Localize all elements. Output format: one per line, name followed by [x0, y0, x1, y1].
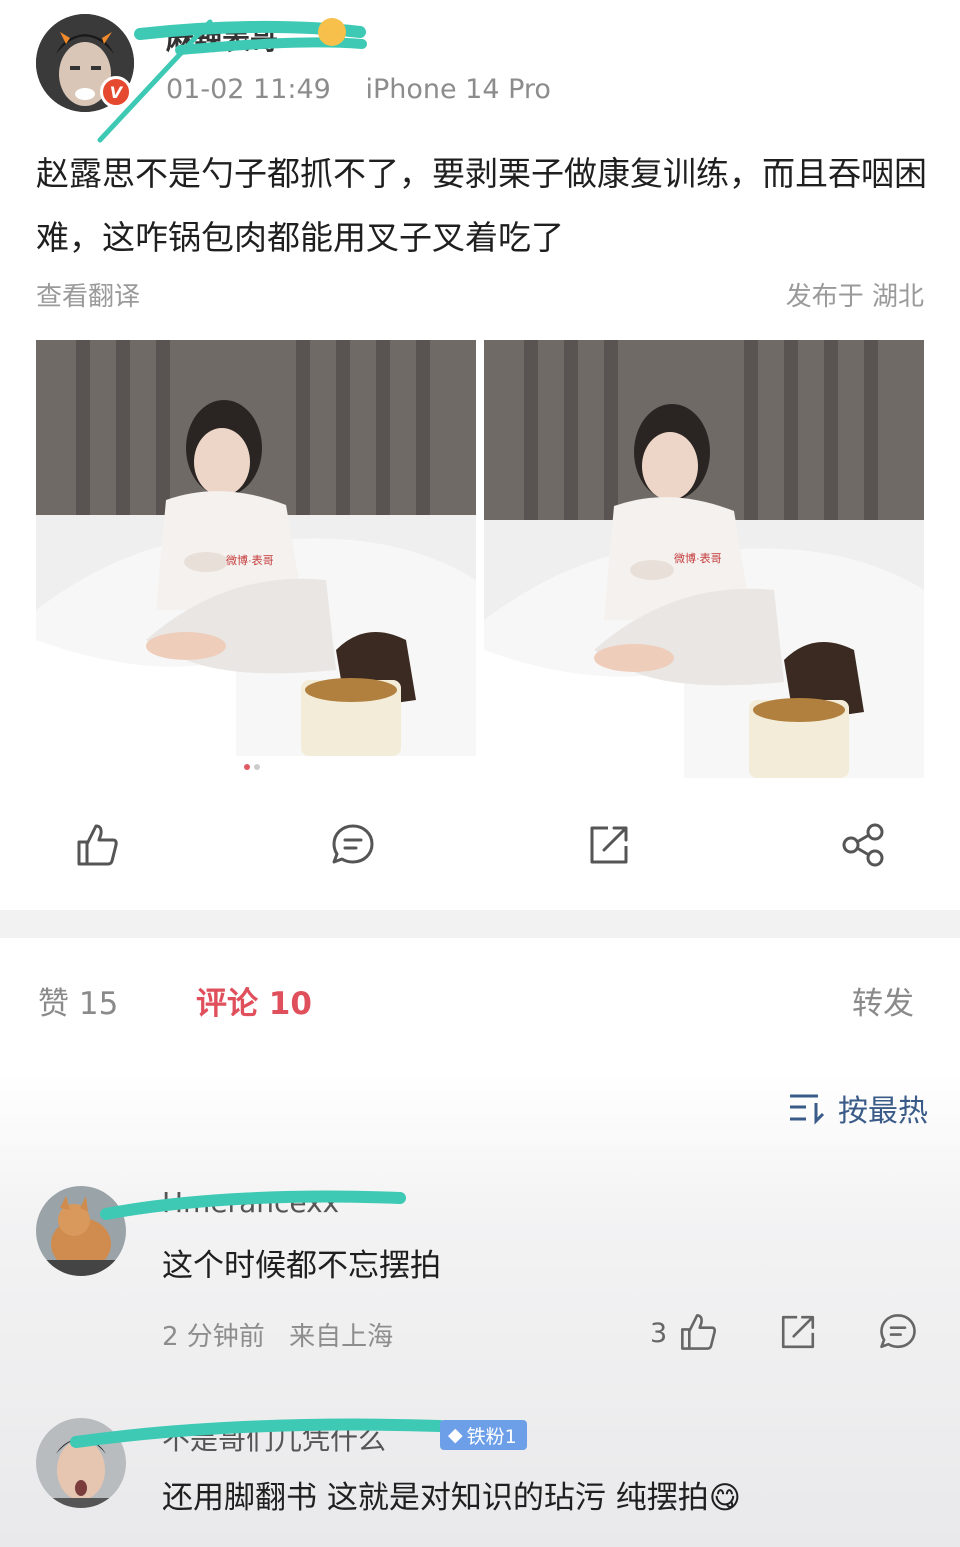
image-watermark: 微博·表哥: [226, 553, 274, 567]
image-watermark: 微博·表哥: [674, 551, 722, 565]
post-device: iPhone 14 Pro: [365, 74, 551, 105]
comment-from: 来自上海: [289, 1322, 394, 1352]
commenter-name[interactable]: 不是哥们儿凭什么: [162, 1418, 386, 1458]
carousel-dots: [244, 764, 260, 770]
fan-badge: ◆ 铁粉1: [440, 1420, 527, 1450]
post-meta: 01-02 11:49 iPhone 14 Pro: [166, 74, 551, 105]
comment-icon[interactable]: [330, 822, 376, 868]
commenter-avatar[interactable]: [36, 1186, 126, 1276]
sort-icon: [790, 1094, 825, 1125]
comment-icon[interactable]: [878, 1312, 918, 1352]
post-card: V 麻辣表哥 01-02 11:49 iPhone 14 Pro 赵露思不是勺子…: [0, 0, 960, 910]
diamond-icon: ◆: [448, 1424, 463, 1446]
comment-text: 这个时候都不忘摆拍: [162, 1248, 441, 1284]
post-location: 发布于 湖北: [785, 282, 924, 312]
comments-section: 赞 15 评论 10 转发 按最热 Hmerancexx 这个时候都不忘摆拍 2…: [0, 938, 960, 1547]
comment-time: 2 分钟前: [162, 1322, 265, 1352]
repost-icon[interactable]: [586, 822, 632, 868]
post-image[interactable]: 微博·表哥: [484, 340, 924, 778]
translate-link[interactable]: 查看翻译: [36, 276, 140, 313]
tab-likes[interactable]: 赞 15: [38, 978, 118, 1023]
comment-meta: 2 分钟前 来自上海: [162, 1316, 393, 1353]
post-image[interactable]: 微博·表哥: [36, 340, 476, 756]
commenter-name[interactable]: Hmerancexx: [162, 1186, 339, 1219]
fan-badge-label: 铁粉1: [466, 1425, 517, 1448]
emoji-icon: 😋: [708, 1480, 742, 1516]
section-divider: [0, 910, 960, 938]
comment-like-count: 3: [650, 1318, 668, 1349]
like-icon[interactable]: [74, 822, 120, 868]
commenter-avatar[interactable]: [36, 1418, 126, 1508]
post-time: 01-02 11:49: [166, 74, 331, 105]
repost-icon[interactable]: [778, 1312, 818, 1352]
sort-label: 按最热: [838, 1094, 928, 1129]
comment-text-body: 还用脚翻书 这就是对知识的玷污 纯摆拍: [162, 1480, 709, 1516]
comment-text: 还用脚翻书 这就是对知识的玷污 纯摆拍😋: [162, 1472, 741, 1517]
post-action-bar: [0, 822, 960, 872]
post-text: 赵露思不是勺子都抓不了，要剥栗子做康复训练，而且吞咽困难，这咋锅包肉都能用叉子叉…: [36, 154, 927, 257]
share-icon[interactable]: [840, 822, 886, 868]
author-name[interactable]: 麻辣表哥: [166, 18, 278, 58]
sort-button[interactable]: 按最热: [788, 1086, 928, 1130]
verified-badge-icon: V: [100, 76, 132, 108]
tab-reposts[interactable]: 转发: [852, 978, 914, 1023]
like-icon[interactable]: [678, 1312, 718, 1352]
tab-comments[interactable]: 评论 10: [196, 978, 312, 1023]
